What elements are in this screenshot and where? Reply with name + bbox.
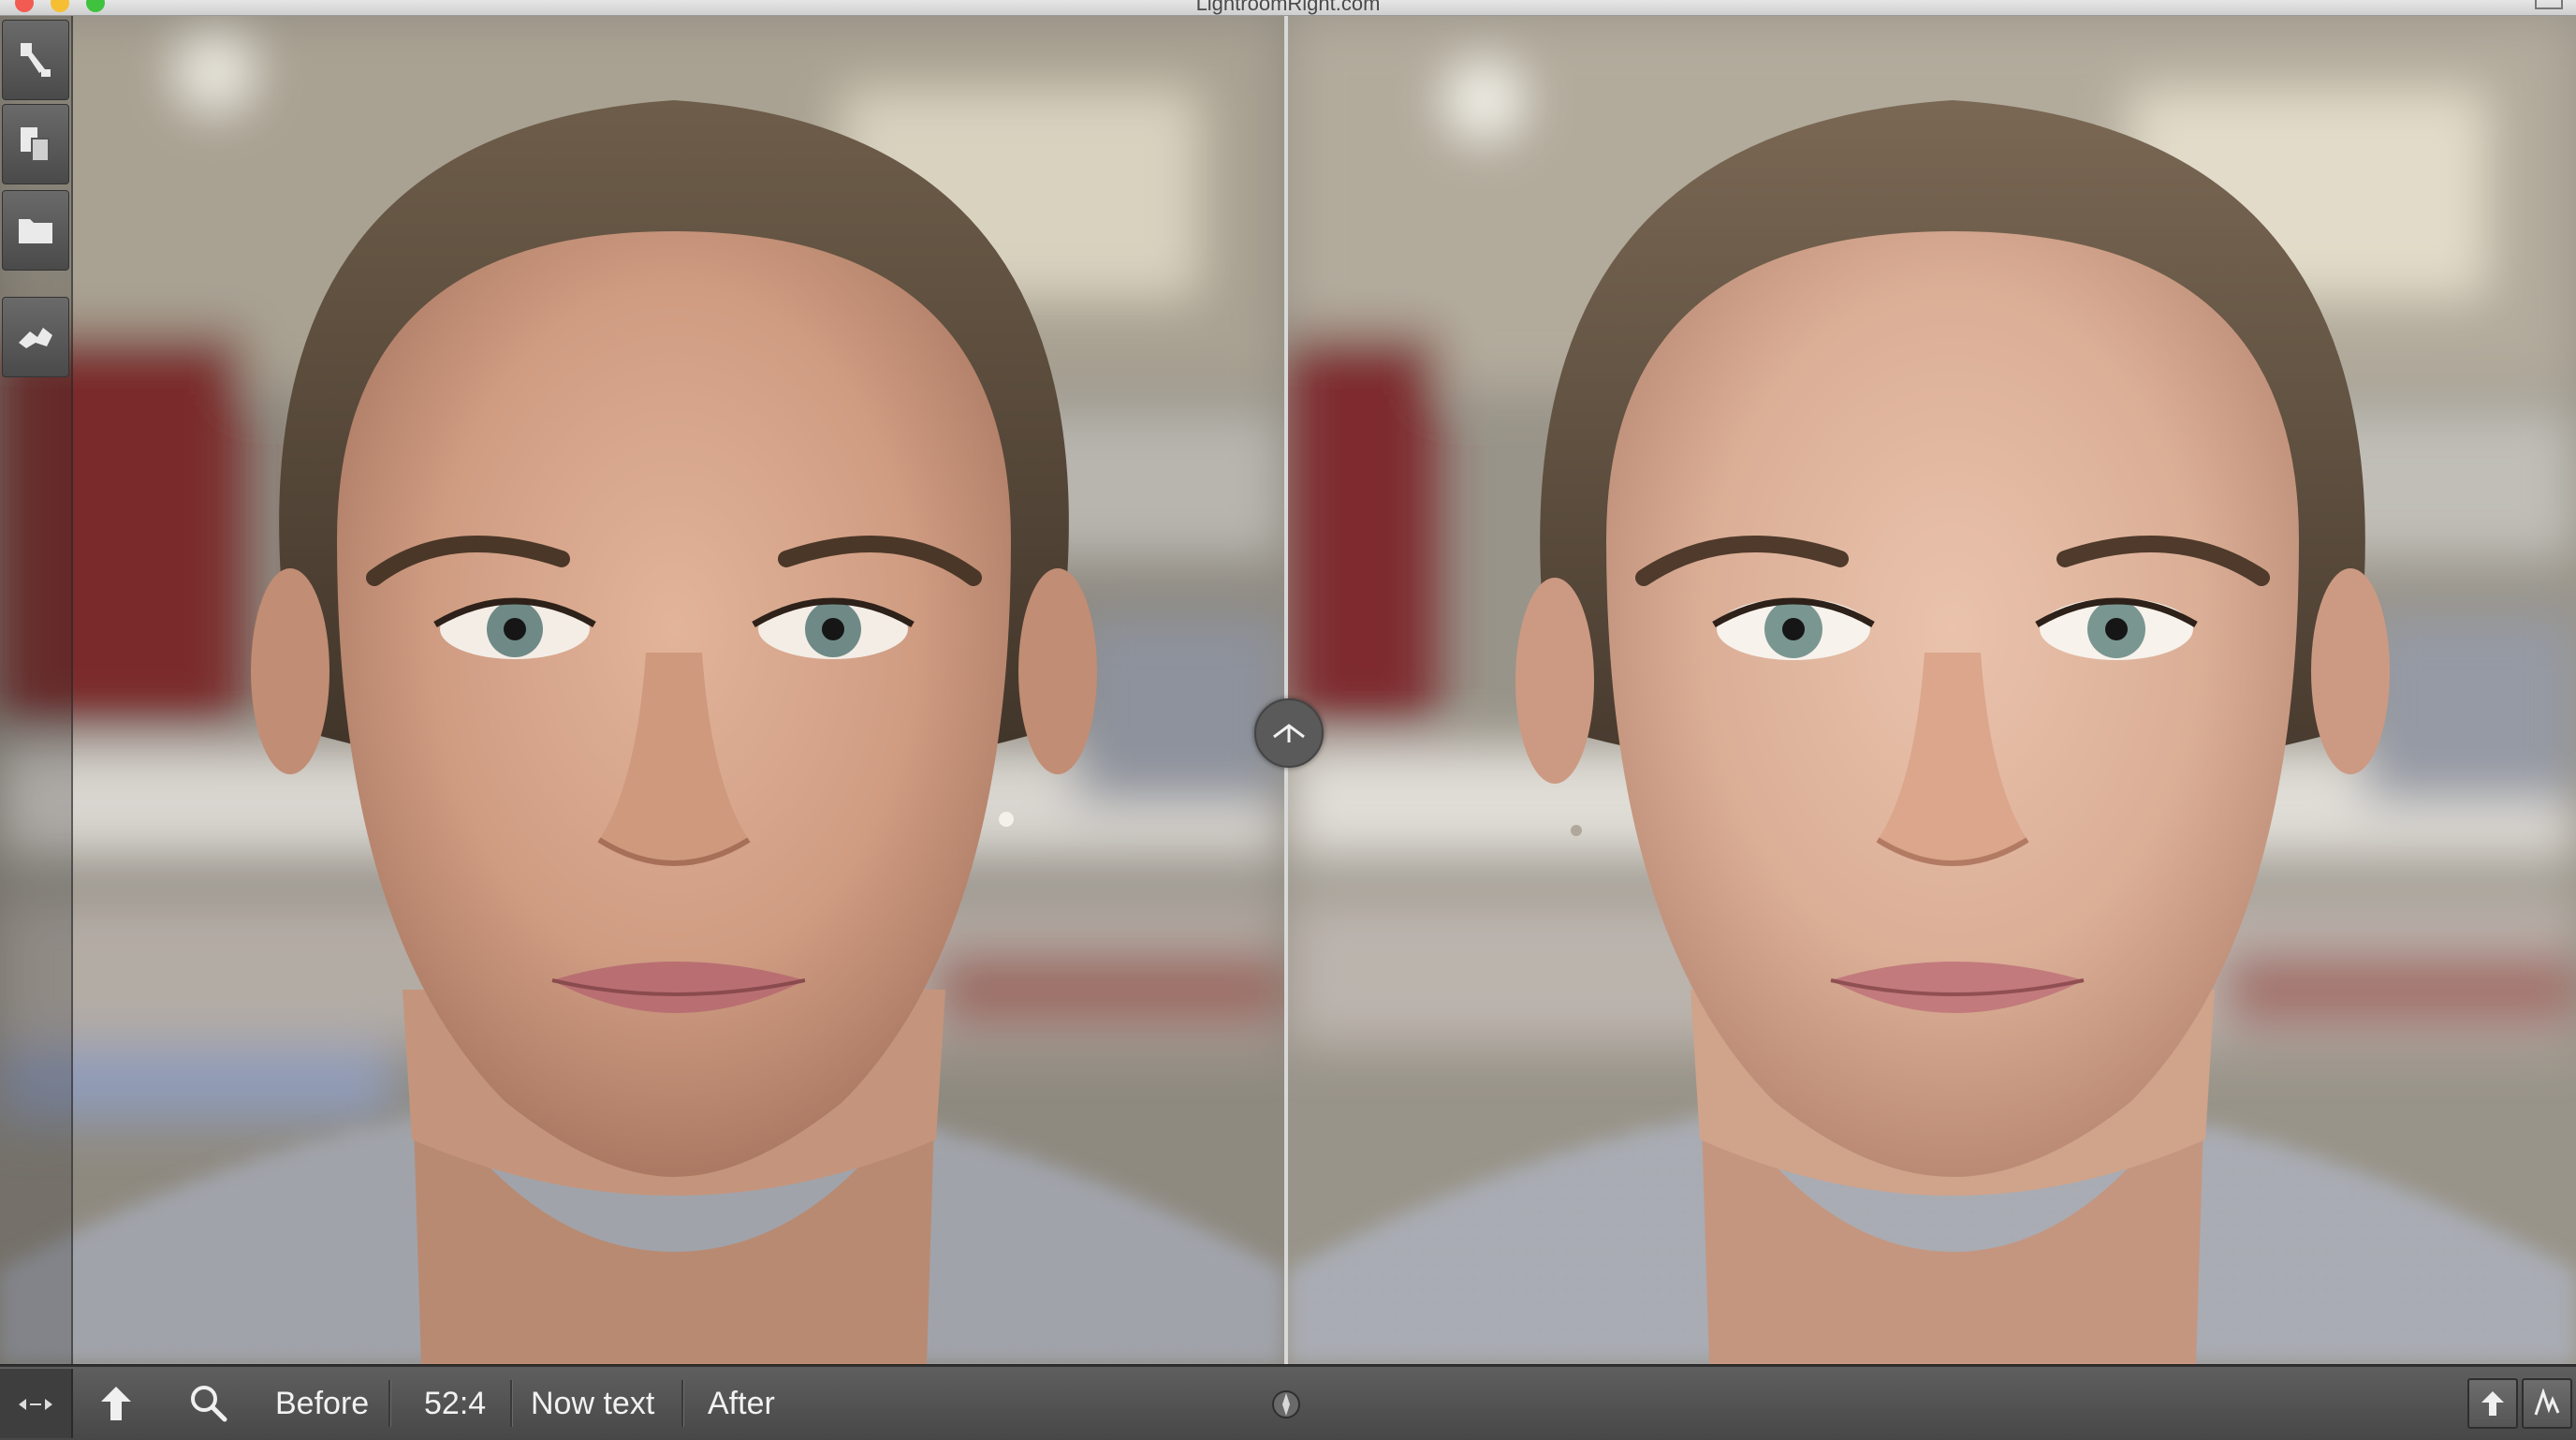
before-after-divider[interactable] xyxy=(1284,16,1288,1364)
crop-tool-button[interactable] xyxy=(2,20,69,100)
window-title: LightroomRight.com xyxy=(1195,0,1381,15)
before-photo-pane xyxy=(0,16,1284,1364)
after-portrait-image xyxy=(1288,16,2576,1364)
expand-arrows-icon xyxy=(19,1399,52,1410)
upload-icon xyxy=(2481,1391,2504,1416)
photo-viewer xyxy=(0,16,2576,1364)
split-arrows-icon xyxy=(1273,724,1305,742)
window-resize-icon[interactable] xyxy=(2535,0,2563,9)
after-photo-pane xyxy=(1288,16,2576,1364)
now-text-button[interactable]: Now text xyxy=(531,1369,654,1438)
transform-tool-button[interactable] xyxy=(2,297,69,377)
toolbar-separator xyxy=(681,1380,683,1427)
compass-button[interactable] xyxy=(1271,1369,1303,1438)
folder-tool-button[interactable] xyxy=(2,190,69,271)
toolbar-separator xyxy=(510,1380,512,1427)
left-tool-strip xyxy=(0,16,73,1364)
window-titlebar: LightroomRight.com xyxy=(0,0,2576,16)
toolbar-separator xyxy=(388,1380,390,1427)
folder-icon xyxy=(19,219,52,243)
upload-button[interactable] xyxy=(97,1369,140,1438)
compass-icon xyxy=(1272,1390,1300,1418)
before-view-button[interactable]: Before xyxy=(275,1369,369,1438)
aspect-ratio-label[interactable]: 52:4 xyxy=(424,1369,486,1438)
search-icon xyxy=(191,1386,227,1422)
copy-pages-icon xyxy=(21,127,50,162)
transform-icon xyxy=(19,328,52,348)
expand-toggle-button[interactable] xyxy=(0,1369,73,1438)
zoom-search-button[interactable] xyxy=(189,1369,232,1438)
export-button[interactable] xyxy=(2467,1378,2518,1429)
copy-tool-button[interactable] xyxy=(2,104,69,184)
arrow-up-icon xyxy=(101,1387,131,1420)
signature-button[interactable] xyxy=(2522,1378,2572,1429)
divider-drag-handle[interactable] xyxy=(1254,698,1324,768)
crop-icon xyxy=(21,43,51,77)
before-portrait-image xyxy=(0,16,1284,1364)
signature-icon xyxy=(2534,1389,2560,1416)
bottom-toolbar: Before 52:4 Now text After xyxy=(0,1365,2576,1440)
after-view-button[interactable]: After xyxy=(708,1369,775,1438)
